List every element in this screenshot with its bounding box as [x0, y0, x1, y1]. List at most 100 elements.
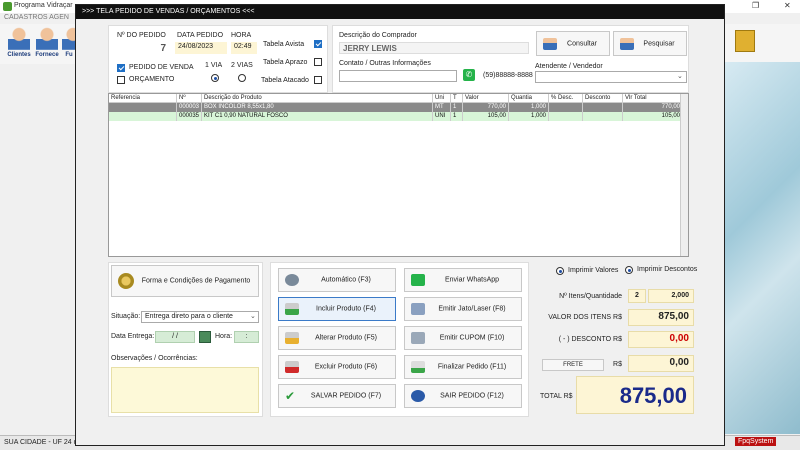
check-icon: ✔ — [285, 389, 296, 403]
freight-button[interactable]: FRETE — [542, 359, 604, 371]
whatsapp-icon — [411, 274, 425, 286]
receipt-printer-icon — [411, 332, 425, 344]
automatic-button[interactable]: Automático (F3) — [278, 268, 396, 292]
emit-coupon-button[interactable]: Emitir CUPOM (F10) — [404, 326, 522, 350]
delivery-hour-field[interactable]: : — [234, 331, 259, 343]
tabela-avista-checkbox[interactable] — [314, 40, 322, 48]
attendant-select[interactable] — [535, 71, 687, 83]
totals-panel: Imprimir Valores Imprimir Descontos Nº I… — [536, 262, 698, 417]
orcamento-checkbox[interactable] — [117, 76, 125, 84]
chevron-down-icon[interactable]: ⌄ — [250, 312, 256, 320]
tabela-atacado-label: Tabela Atacado — [261, 77, 309, 84]
add-item-icon — [285, 303, 299, 315]
tabela-atacado-checkbox[interactable] — [314, 76, 322, 84]
include-product-button[interactable]: Incluir Produto (F4) — [278, 297, 396, 321]
items-qty-label: Nº Itens/Quantidade — [559, 293, 622, 300]
print-values-radio[interactable] — [556, 267, 564, 275]
order-number-label: Nº DO PEDIDO — [117, 32, 166, 39]
col-uni: Uni — [433, 94, 451, 103]
exit-icon — [411, 390, 425, 402]
total-value: 875,00 — [576, 376, 694, 414]
col-quantia: Quantia — [509, 94, 549, 103]
tabela-aprazo-label: Tabela Aprazo — [263, 59, 308, 66]
chevron-down-icon[interactable]: ⌄ — [677, 72, 683, 80]
contact-label: Contato / Outras Informações — [339, 60, 431, 67]
printer-icon — [411, 303, 425, 315]
toolbar-fornecedores-button[interactable]: Fornece — [34, 26, 60, 58]
print-jet-button[interactable]: Emitir Jato/Laser (F8) — [404, 297, 522, 321]
consult-button[interactable]: Consultar — [536, 31, 610, 56]
phone-value: (59)88888-8888 — [483, 72, 533, 79]
notes-label: Observações / Ocorrências: — [111, 355, 198, 362]
exit-order-button[interactable]: SAIR PEDIDO (F12) — [404, 384, 522, 408]
order-date-label: DATA PEDIDO — [177, 32, 224, 39]
background-image — [725, 62, 800, 434]
situation-label: Situação: — [111, 313, 141, 320]
print-discounts-label: Imprimir Descontos — [637, 266, 698, 273]
orcamento-label: ORÇAMENTO — [129, 76, 175, 83]
edit-product-button[interactable]: Alterar Produto (F5) — [278, 326, 396, 350]
two-copies-label: 2 VIAS — [231, 62, 253, 69]
situation-select[interactable]: Entrega direto para o cliente — [141, 311, 259, 323]
one-copy-label: 1 VIA — [205, 62, 223, 69]
clients-icon — [8, 26, 30, 50]
table-row[interactable]: 000035 KIT C1 0,90 NATURAL FOSCO UNI 1 1… — [109, 112, 688, 121]
buyer-name-field[interactable]: JERRY LEWIS — [339, 42, 529, 54]
tabela-aprazo-checkbox[interactable] — [314, 58, 322, 66]
maximize-icon[interactable]: ❐ — [752, 1, 759, 10]
table-header: Referencia Nº Descrição do Produto Uni T… — [109, 94, 688, 103]
delivery-date-field[interactable]: / / — [155, 331, 195, 343]
close-icon[interactable]: ✕ — [784, 1, 791, 10]
hour-label: Hora: — [215, 333, 233, 340]
table-row[interactable]: 000003 BOX INCOLOR 8,55x1,80 MT 1 770,00… — [109, 103, 688, 112]
order-dialog: >>> TELA PEDIDO DE VENDAS / ORÇAMENTOS <… — [75, 4, 725, 446]
save-order-button[interactable]: ✔ SALVAR PEDIDO (F7) — [278, 384, 396, 408]
app-menu-bar[interactable]: CADASTROS AGEN — [4, 14, 69, 21]
exit-door-icon[interactable] — [735, 30, 755, 52]
payment-conditions-button[interactable]: Forma e Condições de Pagamento — [111, 265, 259, 297]
toolbar-funcionarios-button[interactable]: Fu — [62, 26, 76, 58]
col-desconto: Desconto — [583, 94, 623, 103]
col-vlr-total: Vlr Total — [623, 94, 683, 103]
discount-label: ( - ) DESCONTO R$ — [558, 336, 622, 343]
buyer-panel: Descrição do Comprador JERRY LEWIS Conta… — [332, 25, 689, 93]
total-label: TOTAL R$ — [540, 393, 573, 400]
delivery-date-label: Data Entrega: — [111, 333, 155, 340]
print-values-label: Imprimir Valores — [568, 267, 619, 274]
toolbar-clientes-button[interactable]: Clientes — [6, 26, 32, 58]
search-button[interactable]: Pesquisar — [613, 31, 687, 56]
status-location: SUA CIDADE - UF 24 de — [4, 439, 82, 446]
one-copy-radio[interactable] — [211, 74, 219, 82]
freight-value: 0,00 — [628, 355, 694, 372]
order-info-panel: Nº DO PEDIDO 7 DATA PEDIDO 24/08/2023 HO… — [108, 25, 328, 93]
whatsapp-button[interactable]: Enviar WhatsApp — [404, 268, 522, 292]
actions-panel: Automático (F3) Enviar WhatsApp Incluir … — [270, 262, 529, 417]
calendar-icon[interactable] — [199, 331, 211, 343]
items-table[interactable]: Referencia Nº Descrição do Produto Uni T… — [108, 93, 689, 257]
table-scrollbar[interactable] — [680, 94, 688, 256]
app-title: Programa Vidraçar — [14, 2, 73, 9]
order-date-field[interactable]: 24/08/2023 — [175, 42, 227, 54]
tabela-avista-label: Tabela Avista — [263, 41, 305, 48]
delete-product-button[interactable]: Excluir Produto (F6) — [278, 355, 396, 379]
col-pdesc: % Desc. — [549, 94, 583, 103]
two-copies-radio[interactable] — [238, 74, 246, 82]
checklist-icon — [411, 361, 425, 373]
employees-icon — [62, 26, 76, 50]
discount-value: 0,00 — [628, 331, 694, 348]
contact-field[interactable] — [339, 70, 457, 82]
pedido-venda-label: PEDIDO DE VENDA — [129, 64, 194, 71]
order-time-field[interactable]: 02:49 — [231, 42, 257, 54]
attendant-label: Atendente / Vendedor — [535, 63, 603, 70]
pedido-venda-checkbox[interactable] — [117, 64, 125, 72]
dialog-title: >>> TELA PEDIDO DE VENDAS / ORÇAMENTOS <… — [76, 5, 724, 19]
finish-order-button[interactable]: Finalizar Pedido (F11) — [404, 355, 522, 379]
whatsapp-icon[interactable]: ✆ — [463, 69, 475, 81]
items-qty-value: 2,000 — [648, 289, 694, 303]
status-brand: FpqSystem — [735, 437, 777, 446]
freight-currency: R$ — [613, 361, 622, 368]
notes-textarea[interactable] — [111, 367, 259, 413]
payment-panel: Forma e Condições de Pagamento Situação:… — [108, 262, 263, 417]
print-discounts-radio[interactable] — [625, 266, 633, 274]
items-value: 875,00 — [628, 309, 694, 326]
